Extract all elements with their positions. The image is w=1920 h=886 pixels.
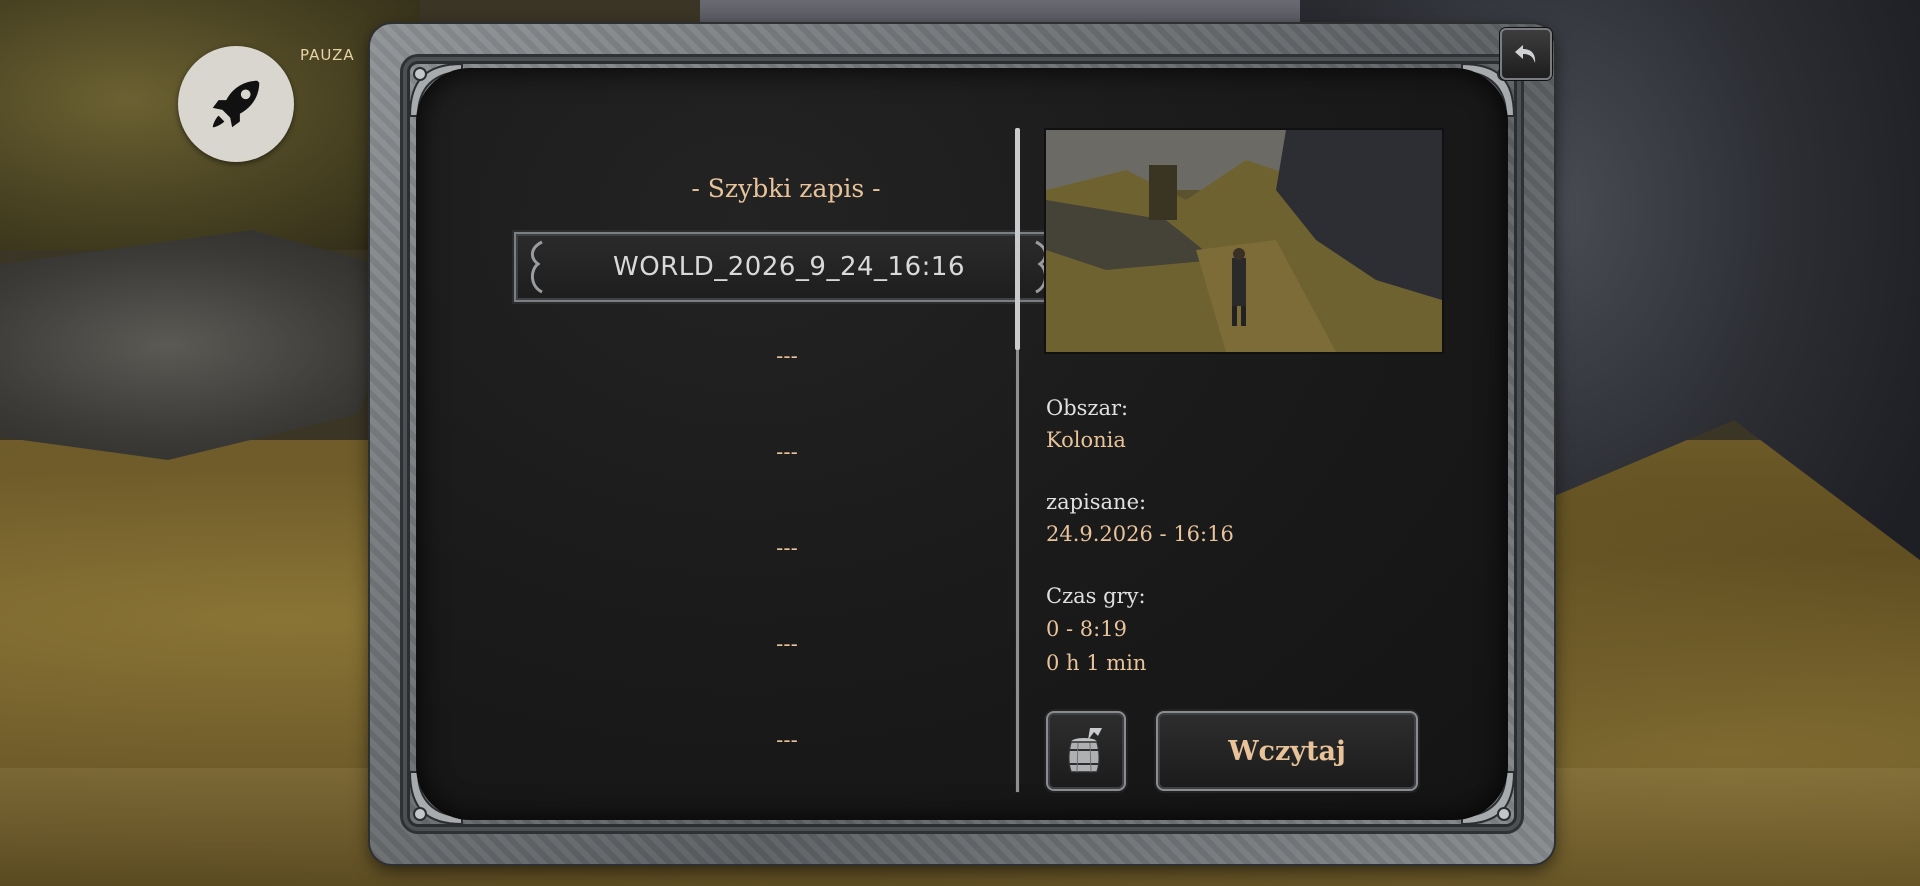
rocket-button[interactable] <box>178 46 294 162</box>
load-game-window: - Szybki zapis - WORLD_2026_9_24_16:16 -… <box>370 24 1554 864</box>
save-slot-empty[interactable]: --- <box>514 728 1060 758</box>
back-button[interactable] <box>1500 28 1552 80</box>
load-button[interactable]: Wczytaj <box>1156 711 1418 791</box>
scrollbar-thumb[interactable] <box>1015 128 1020 350</box>
content-panel: - Szybki zapis - WORLD_2026_9_24_16:16 -… <box>416 68 1508 820</box>
rocket-icon <box>212 80 260 128</box>
return-arrow-icon <box>1515 45 1536 63</box>
playtime-label: Czas gry: <box>1046 584 1146 608</box>
save-slot-empty[interactable]: --- <box>514 632 1060 662</box>
saved-value: 24.9.2026 - 16:16 <box>1046 522 1234 546</box>
saved-label: zapisane: <box>1046 490 1147 514</box>
save-slot-empty[interactable]: --- <box>514 440 1060 470</box>
save-slot-empty[interactable]: --- <box>514 344 1060 374</box>
pause-label: PAUZA <box>300 46 355 64</box>
save-slot-selected[interactable]: WORLD_2026_9_24_16:16 <box>514 232 1064 302</box>
area-value: Kolonia <box>1046 428 1126 452</box>
save-slot-empty[interactable]: --- <box>514 536 1060 566</box>
save-slot-name: WORLD_2026_9_24_16:16 <box>613 252 965 282</box>
save-screenshot <box>1044 128 1444 354</box>
playtime-value-clock: 0 - 8:19 <box>1046 617 1127 641</box>
playtime-value-duration: 0 h 1 min <box>1046 651 1147 675</box>
area-label: Obszar: <box>1046 396 1129 420</box>
delete-save-button[interactable] <box>1046 711 1126 791</box>
barrel-icon <box>1068 728 1102 773</box>
